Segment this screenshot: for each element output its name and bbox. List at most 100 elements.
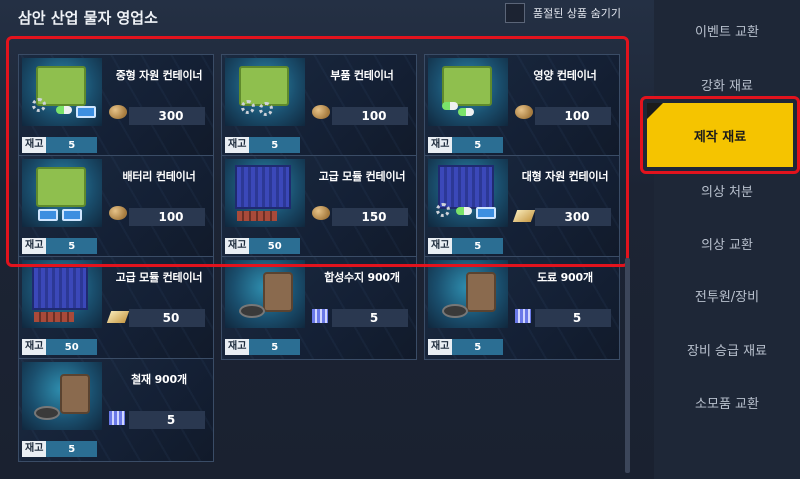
stock-badge: 재고 5 (22, 238, 97, 254)
item-name: 합성수지 900개 (324, 271, 400, 284)
tab-combatant-equipment[interactable]: 전투원/장비 (654, 268, 800, 322)
battery-icon (38, 209, 58, 221)
large-container-icon (438, 165, 494, 209)
stock-count: 5 (271, 139, 279, 151)
gear-icon (32, 98, 46, 112)
item-name: 고급 모듈 컨테이너 (318, 170, 406, 183)
item-card[interactable]: 고급 모듈 컨테이너 재고 50 50 (18, 256, 214, 360)
stock-label: 재고 (225, 137, 250, 153)
item-image (428, 159, 508, 227)
pill-icon (56, 106, 72, 114)
item-card[interactable]: 합성수지 900개 재고 5 5 (221, 256, 417, 360)
price-value: 5 (166, 413, 176, 427)
item-card[interactable]: 대형 자원 컨테이너 재고 5 300 (424, 155, 620, 259)
item-grid: 중형 자원 컨테이너 재고 5 300 부품 컨테이너 재고 5 100 영양 … (0, 0, 650, 479)
price-value: 100 (564, 109, 590, 123)
module-container-icon (235, 165, 291, 209)
item-card[interactable]: 영양 컨테이너 재고 5 100 (424, 54, 620, 158)
bricks-icon (237, 211, 277, 221)
item-image (225, 58, 305, 126)
pill-icon (456, 207, 472, 215)
item-name: 영양 컨테이너 (533, 69, 597, 82)
ore-icon (109, 206, 127, 220)
tab-equipment-upgrade[interactable]: 장비 승급 재료 (654, 322, 800, 376)
stock-label: 재고 (225, 339, 250, 355)
battery-crate-icon (36, 167, 86, 207)
ore-icon (109, 105, 127, 119)
tab-label: 의상 처분 (701, 184, 753, 200)
item-image (225, 159, 305, 227)
tab-label: 제작 재료 (693, 129, 747, 145)
pill-icon (458, 108, 474, 116)
gear-icon (241, 100, 255, 114)
item-card[interactable]: 고급 모듈 컨테이너 재고 50 150 (221, 155, 417, 259)
stock-label: 재고 (428, 238, 453, 254)
active-tab-body: 제작 재료 (647, 103, 793, 167)
tab-label: 의상 교환 (701, 237, 753, 253)
price-value: 300 (564, 210, 590, 224)
item-name: 대형 자원 컨테이너 (521, 170, 609, 183)
item-image (22, 362, 102, 430)
stock-count: 50 (64, 341, 79, 353)
tab-costume-exchange[interactable]: 의상 교환 (654, 216, 800, 270)
item-image (22, 159, 102, 227)
tab-label: 전투원/장비 (694, 289, 760, 305)
stock-label: 재고 (428, 137, 453, 153)
stock-label: 재고 (22, 238, 47, 254)
battery-icon (476, 207, 496, 219)
tab-label: 장비 승급 재료 (686, 343, 768, 359)
item-name: 고급 모듈 컨테이너 (115, 271, 203, 284)
item-image (428, 58, 508, 126)
pill-icon (442, 102, 458, 110)
price-value: 50 (162, 311, 180, 325)
scrollbar[interactable] (625, 258, 630, 473)
tab-label: 강화 재료 (701, 78, 753, 94)
ingot-icon (512, 210, 536, 222)
stock-label: 재고 (428, 339, 453, 355)
price-value: 300 (158, 109, 184, 123)
gear-icon (259, 102, 273, 116)
stock-badge: 재고 5 (225, 137, 300, 153)
stock-label: 재고 (22, 339, 47, 355)
gear-icon (436, 203, 450, 217)
item-card[interactable]: 중형 자원 컨테이너 재고 5 300 (18, 54, 214, 158)
tab-event-exchange[interactable]: 이벤트 교환 (654, 3, 800, 57)
steel-bag-icon (60, 374, 90, 414)
price-value: 100 (361, 109, 387, 123)
stock-badge: 재고 50 (22, 339, 97, 355)
stock-count: 5 (68, 139, 76, 151)
corner-marker-icon (647, 103, 663, 119)
tab-label: 소모품 교환 (695, 396, 759, 412)
price-value: 5 (572, 311, 582, 325)
nutrition-crate-icon (442, 66, 492, 106)
shop-screen: 삼안 산업 물자 영업소 품절된 상품 숨기기 중형 자원 컨테이너 재고 5 … (0, 0, 800, 479)
steel-bars-icon (34, 406, 60, 420)
item-name: 배터리 컨테이너 (122, 170, 196, 183)
module-container-icon (32, 266, 88, 310)
item-name: 도료 900개 (537, 271, 593, 284)
item-image (22, 58, 102, 126)
price-value: 100 (158, 210, 184, 224)
tab-costume-disposal[interactable]: 의상 처분 (654, 163, 800, 217)
ore-icon (312, 105, 330, 119)
stock-label: 재고 (225, 238, 250, 254)
stock-badge: 재고 5 (22, 441, 97, 457)
stock-label: 재고 (22, 137, 47, 153)
item-card[interactable]: 도료 900개 재고 5 5 (424, 256, 620, 360)
ingot-icon (106, 311, 130, 323)
item-card[interactable]: 철재 900개 재고 5 5 (18, 358, 214, 462)
stock-badge: 재고 5 (428, 137, 503, 153)
resin-bag-icon (263, 272, 293, 312)
stock-badge: 재고 5 (22, 137, 97, 153)
item-image (22, 260, 102, 328)
tab-consumable-exchange[interactable]: 소모품 교환 (654, 375, 800, 429)
item-card[interactable]: 부품 컨테이너 재고 5 100 (221, 54, 417, 158)
stock-count: 50 (267, 240, 282, 252)
stock-count: 5 (271, 341, 279, 353)
item-card[interactable]: 배터리 컨테이너 재고 5 100 (18, 155, 214, 259)
paint-bag-icon (466, 272, 496, 312)
battery-icon (76, 106, 96, 118)
ore-icon (312, 206, 330, 220)
price-value: 5 (369, 311, 379, 325)
bricks-icon (34, 312, 74, 322)
